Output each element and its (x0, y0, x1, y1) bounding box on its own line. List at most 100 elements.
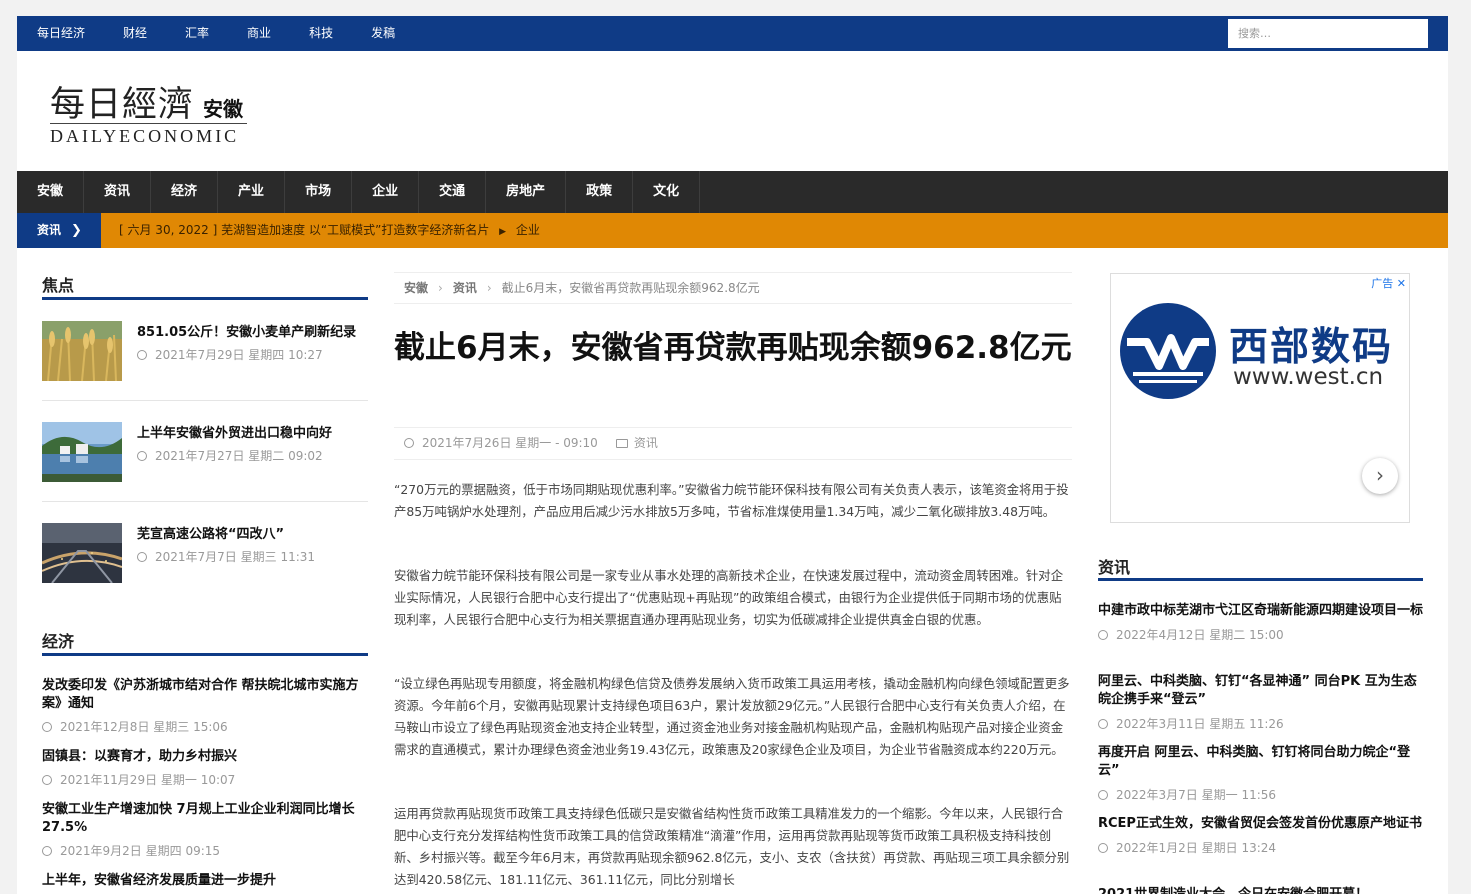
clock-icon (1098, 790, 1108, 800)
article-title: 截止6月末，安徽省再贷款再贴现余额962.8亿元 (394, 330, 1072, 366)
ad-url: www.west.cn (1233, 364, 1384, 390)
chevron-right-icon[interactable]: › (1362, 458, 1398, 494)
breadcrumb-separator: › (486, 281, 492, 295)
news-item-title[interactable]: 再度开启 阿里云、中科类脑、钉钉将同台助力皖企“登云” (1098, 744, 1424, 780)
nav-enterprise[interactable]: 企业 (352, 171, 420, 213)
top-nav-publish[interactable]: 发稿 (371, 16, 395, 51)
economy-item-date: 2021年11月29日 星期一 10:07 (42, 771, 372, 788)
top-nav-daily-economy[interactable]: 每日经济 (37, 16, 85, 51)
article-category[interactable]: 资讯 (634, 436, 658, 450)
news-ticker: 资讯 ❯ [ 六月 30, 2022 ] 芜湖智造加速度 以“工赋模式”打造数字… (17, 213, 1448, 248)
nav-market[interactable]: 市场 (285, 171, 353, 213)
nav-anhui[interactable]: 安徽 (17, 171, 85, 213)
caret-right-icon: ▶ (499, 227, 507, 237)
economy-item[interactable]: 上半年，安徽省经济发展质量进一步提升 (42, 872, 372, 890)
breadcrumb: 安徽 › 资讯 › 截止6月末，安徽省再贷款再贴现余额962.8亿元 (394, 272, 1072, 304)
nav-real-estate[interactable]: 房地产 (486, 171, 567, 213)
focus-item-date: 2021年7月7日 星期三 11:31 (137, 548, 315, 565)
economy-item[interactable]: 发改委印发《沪苏浙城市结对合作 帮扶皖北城市实施方案》通知 2021年12月8日… (42, 677, 372, 735)
breadcrumb-anhui[interactable]: 安徽 (404, 281, 428, 295)
advertisement[interactable]: 广告 ✕ 西部数码 www.west.cn › (1110, 273, 1410, 523)
ticker-item[interactable]: [ 六月 30, 2022 ] 芜湖智造加速度 以“工赋模式”打造数字经济新名片… (119, 213, 540, 250)
page: 每日经济 财经 汇率 商业 科技 发稿 每日經濟 安徽 DAILYECONOMI… (17, 16, 1448, 894)
top-nav-finance[interactable]: 财经 (123, 16, 147, 51)
focus-item-title[interactable]: 上半年安徽省外贸进出口稳中向好 (137, 422, 332, 441)
clock-icon (137, 350, 147, 360)
news-item[interactable]: 再度开启 阿里云、中科类脑、钉钉将同台助力皖企“登云” 2022年3月7日 星期… (1098, 744, 1424, 803)
clock-icon (1098, 843, 1108, 853)
clock-icon (137, 451, 147, 461)
economy-item-title[interactable]: 上半年，安徽省经济发展质量进一步提升 (42, 872, 372, 890)
logo-english: DAILYECONOMIC (50, 126, 240, 146)
article-paragraph: “设立绿色再贴现专用额度，将金融机构绿色信贷及债券发展纳入货币政策工具运用考核，… (394, 676, 1070, 757)
clock-icon (1098, 719, 1108, 729)
ad-label[interactable]: 广告 ✕ (1371, 275, 1406, 291)
breadcrumb-current: 截止6月末，安徽省再贷款再贴现余额962.8亿元 (501, 281, 760, 295)
economy-item-title[interactable]: 安徽工业生产增速加快 7月规上工业企业利润同比增长27.5% (42, 801, 372, 837)
top-nav-tech[interactable]: 科技 (309, 16, 333, 51)
economy-item[interactable]: 固镇县：以赛育才，助力乡村振兴 2021年11月29日 星期一 10:07 (42, 748, 372, 788)
article-paragraph: “270万元的票据融资，低于市场同期贴现优惠利率。”安徽省力皖节能环保科技有限公… (394, 482, 1069, 519)
focus-item-title[interactable]: 芜宣高速公路将“四改八” (137, 523, 284, 542)
news-heading: 资讯 (1098, 558, 1131, 577)
divider (42, 501, 368, 502)
breadcrumb-news[interactable]: 资讯 (453, 281, 477, 295)
news-item-date: 2022年3月11日 星期五 11:26 (1098, 715, 1424, 732)
site-logo[interactable]: 每日經濟 安徽 DAILYECONOMIC (50, 76, 290, 156)
focus-item-date: 2021年7月29日 星期四 10:27 (137, 346, 323, 363)
news-item-date: 2022年4月12日 星期二 15:00 (1098, 626, 1424, 643)
search-input[interactable] (1228, 19, 1428, 48)
logo-region: 安徽 (203, 97, 243, 121)
west-logo-icon (1120, 303, 1216, 399)
focus-heading: 焦点 (42, 276, 75, 295)
focus-item[interactable]: 851.05公斤！安徽小麦单产刷新纪录 2021年7月29日 星期四 10:27 (42, 321, 368, 381)
chevron-right-icon: ❯ (71, 223, 82, 238)
news-item[interactable]: 2021世界制造业大会，今日在安徽合肥开幕！ (1098, 886, 1424, 894)
nav-transport[interactable]: 交通 (419, 171, 487, 213)
nav-news[interactable]: 资讯 (84, 171, 152, 213)
ticker-date: [ 六月 30, 2022 ] (119, 223, 218, 237)
news-item[interactable]: RCEP正式生效，安徽省贸促会签发首份优惠原产地证书 2022年1月2日 星期日… (1098, 815, 1424, 856)
ticker-label: 资讯 ❯ (17, 213, 101, 248)
article-paragraph: 运用再贷款再贴现货币政策工具支持绿色低碳只是安徽省结构性货币政策工具精准发力的一… (394, 806, 1070, 887)
news-item[interactable]: 阿里云、中科类脑、钉钉“各显神通” 同台PK 互为生态 皖企携手来“登云” 20… (1098, 673, 1424, 732)
news-item-title[interactable]: 2021世界制造业大会，今日在安徽合肥开幕！ (1098, 886, 1424, 894)
close-icon[interactable]: ✕ (1397, 277, 1406, 290)
logo-divider (50, 123, 247, 124)
nav-policy[interactable]: 政策 (566, 171, 634, 213)
clock-icon (404, 438, 414, 448)
lake-village-thumbnail[interactable] (42, 422, 122, 482)
news-heading-bar (1098, 578, 1423, 581)
nav-economy[interactable]: 经济 (151, 171, 219, 213)
wheat-thumbnail[interactable] (42, 321, 122, 381)
clock-icon (42, 722, 52, 732)
news-item-title[interactable]: 阿里云、中科类脑、钉钉“各显神通” 同台PK 互为生态 皖企携手来“登云” (1098, 673, 1424, 709)
economy-item-title[interactable]: 固镇县：以赛育才，助力乡村振兴 (42, 748, 372, 766)
economy-item-title[interactable]: 发改委印发《沪苏浙城市结对合作 帮扶皖北城市实施方案》通知 (42, 677, 372, 713)
top-nav-business[interactable]: 商业 (247, 16, 271, 51)
article-paragraph: 安徽省力皖节能环保科技有限公司是一家专业从事水处理的高新技术企业，在快速发展过程… (394, 568, 1064, 627)
news-item[interactable]: 中建市政中标芜湖市弋江区奇瑞新能源四期建设项目一标 2022年4月12日 星期二… (1098, 602, 1424, 643)
nav-industry[interactable]: 产业 (218, 171, 286, 213)
main-nav: 安徽 资讯 经济 产业 市场 企业 交通 房地产 政策 文化 (17, 171, 1448, 213)
article-meta: 2021年7月26日 星期一 - 09:10 资讯 (394, 427, 1072, 460)
clock-icon (1098, 630, 1108, 640)
focus-item-title[interactable]: 851.05公斤！安徽小麦单产刷新纪录 (137, 321, 356, 340)
nav-culture[interactable]: 文化 (633, 171, 701, 213)
news-item-title[interactable]: 中建市政中标芜湖市弋江区奇瑞新能源四期建设项目一标 (1098, 602, 1424, 620)
economy-item[interactable]: 安徽工业生产增速加快 7月规上工业企业利润同比增长27.5% 2021年9月2日… (42, 801, 372, 859)
top-nav-exchange-rate[interactable]: 汇率 (185, 16, 209, 51)
divider (42, 400, 368, 401)
ticker-category[interactable]: 企业 (516, 223, 540, 237)
news-item-title[interactable]: RCEP正式生效，安徽省贸促会签发首份优惠原产地证书 (1098, 815, 1424, 833)
economy-heading-bar (42, 653, 368, 656)
focus-item-date: 2021年7月27日 星期二 09:02 (137, 447, 323, 464)
highway-thumbnail[interactable] (42, 523, 122, 583)
news-item-date: 2022年1月2日 星期日 13:24 (1098, 839, 1424, 856)
economy-item-date: 2021年9月2日 星期四 09:15 (42, 842, 372, 859)
focus-item[interactable]: 芜宣高速公路将“四改八” 2021年7月7日 星期三 11:31 (42, 523, 368, 583)
logo-chinese: 每日經濟 (50, 85, 195, 125)
focus-item[interactable]: 上半年安徽省外贸进出口稳中向好 2021年7月27日 星期二 09:02 (42, 422, 368, 482)
ticker-headline[interactable]: 芜湖智造加速度 以“工赋模式”打造数字经济新名片 (221, 223, 489, 237)
clock-icon (42, 846, 52, 856)
